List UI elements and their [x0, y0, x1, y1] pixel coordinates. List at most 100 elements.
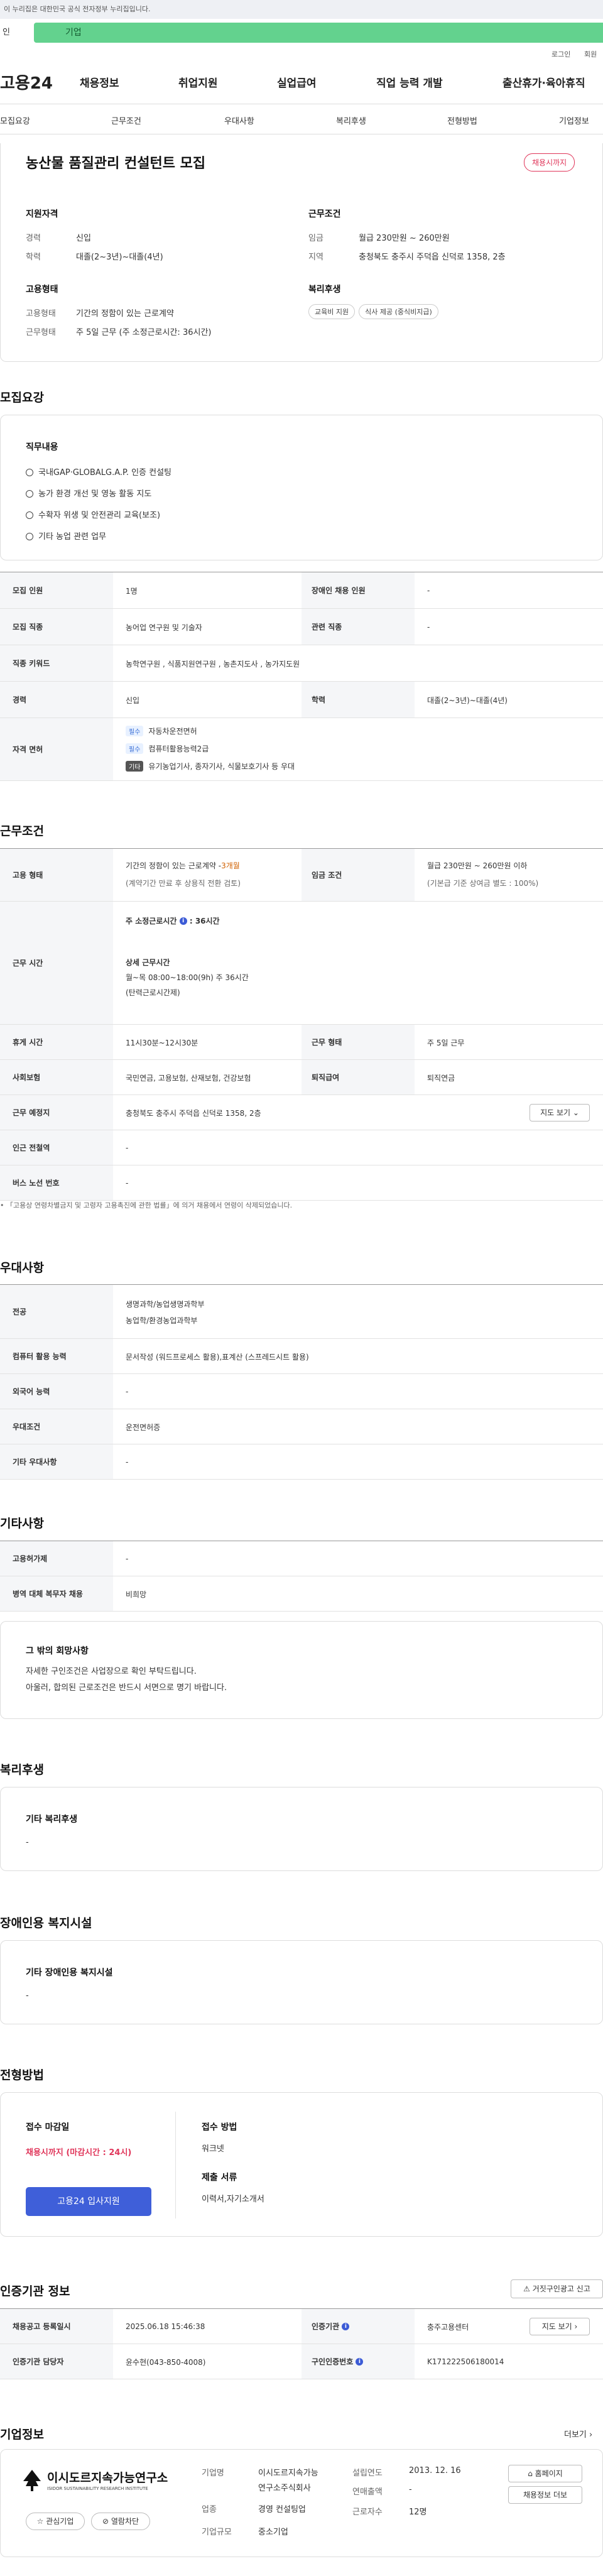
- table-cell: 윤수현(043-850-4008): [126, 2357, 206, 2367]
- info-icon[interactable]: i: [342, 2322, 350, 2330]
- welfare-pill: 식사 제공 (중식비지급): [359, 304, 438, 319]
- table-row: 근무 시간 주 소정근로시간 i : 36시간 상세 근무시간 월~목 08:0…: [0, 902, 603, 1025]
- education-value: 대졸(2~3년)~대졸(4년): [76, 253, 163, 262]
- table-cell: 농학연구원 , 식품지원연구원 , 농촌지도사 , 농가지도원: [126, 659, 300, 669]
- region-row: 지역 충청북도 충주시 주덕읍 신덕로 1358, 2층: [308, 250, 506, 262]
- gov-banner: 이 누리집은 대한민국 공식 전자정부 누리집입니다.: [0, 0, 603, 19]
- table-header: 구인인증번호 i: [302, 2344, 415, 2379]
- table-cell: 농업학/환경농업과학부: [126, 1316, 198, 1325]
- tab-company[interactable]: 기업정보: [559, 114, 589, 126]
- nav-item-training[interactable]: 직업 능력 개발: [376, 74, 443, 90]
- table-cell: 문서작성 (워드프로세스 활용),표계산 (스프레드시트 활용): [126, 1352, 309, 1362]
- nav-item-parental-leave[interactable]: 출산휴가·육아휴직: [503, 74, 585, 90]
- established-label: 설립연도: [352, 2469, 383, 2478]
- site-logo[interactable]: 고용24: [0, 70, 53, 94]
- table-row: 고용 형태 기간의 정함이 있는 근로계약 - 3개월 (계약기간 만료 후 상…: [0, 849, 603, 902]
- table-cell: (탄력근로시간제): [126, 988, 180, 997]
- fake-ad-report-button[interactable]: ⚠ 거짓구인광고 신고: [511, 2279, 603, 2298]
- table-header: 경력: [0, 682, 113, 718]
- table-cell: -: [126, 1179, 129, 1187]
- alert-icon: ⚠: [523, 2284, 530, 2293]
- career-value: 신입: [76, 234, 91, 243]
- duty-item: 기타 농업 관련 업무: [26, 530, 106, 542]
- table-cell: -: [126, 1143, 129, 1152]
- company-size-label: 기업규모: [202, 2528, 232, 2537]
- table-row: 인근 전철역 -: [0, 1130, 603, 1165]
- work-form-row: 근무형태 주 5일 근무 (주 소정근로시간: 36시간): [26, 325, 211, 337]
- utility-bar: 로그인 회원: [0, 46, 603, 60]
- employment-type-label: 고용형태: [26, 309, 56, 319]
- table-row: 전공 생명과학/농업생명과학부 농업학/환경농업과학부: [0, 1285, 603, 1339]
- work-form-label: 근무형태: [26, 328, 56, 337]
- table-cell: 운전면허증: [126, 1422, 161, 1432]
- wage-row: 임금 월급 230만원 ~ 260만원: [308, 231, 450, 243]
- region-label: 지역: [308, 253, 323, 262]
- info-icon[interactable]: i: [356, 2357, 364, 2366]
- tab-process[interactable]: 전형방법: [447, 114, 477, 126]
- table-cell: 월급 230만원 ~ 260만원 이하: [427, 861, 528, 870]
- preference-table: 전공 생명과학/농업생명과학부 농업학/환경농업과학부 컴퓨터 활용 능력 문서…: [0, 1284, 603, 1480]
- employment-type-heading: 고용형태: [26, 285, 58, 295]
- info-icon[interactable]: i: [179, 917, 187, 925]
- nav-item-jobs[interactable]: 채용정보: [80, 74, 119, 90]
- table-cell: -: [427, 586, 430, 595]
- company-name-label: 기업명: [202, 2469, 224, 2478]
- table-header: 병역 대체 복무자 채용: [0, 1576, 113, 1611]
- homepage-button[interactable]: ⌂ 홈페이지: [508, 2465, 582, 2482]
- tab-work-condition[interactable]: 근무조건: [111, 114, 141, 126]
- disabled-facility-card: 기타 장애인용 복지시설 -: [0, 1940, 603, 2024]
- company-heading: 기업정보: [0, 2428, 44, 2442]
- agency-map-button[interactable]: 지도 보기 ›: [530, 2318, 590, 2335]
- table-cell: 11시30분~12시30분: [126, 1038, 198, 1047]
- tab-recruit[interactable]: 모집요강: [0, 114, 30, 126]
- nav-item-employment-support[interactable]: 취업지원: [178, 74, 218, 90]
- bullet-circle-icon: [26, 490, 33, 498]
- chevron-right-icon: ›: [589, 2430, 593, 2440]
- table-cell: 충청북도 충주시 주덕읍 신덕로 1358, 2층: [126, 1108, 261, 1118]
- table-cell: 주 5일 근무: [427, 1038, 465, 1047]
- region-value: 충청북도 충주시 주덕읍 신덕로 1358, 2층: [359, 253, 506, 262]
- tab-preference[interactable]: 우대사항: [224, 114, 254, 126]
- table-header: 근무 시간: [0, 902, 113, 1024]
- agency-heading: 인증기관 정보: [0, 2284, 70, 2298]
- table-cell: 충주고용센터: [427, 2322, 469, 2332]
- favorite-company-button[interactable]: ☆ 관심기업: [26, 2513, 85, 2530]
- employees-label: 근로자수: [352, 2508, 383, 2517]
- table-row: 자격 면허 필수 자동차운전면허 필수 컴퓨터활용능력2급 기타 유기농업기사, 종자…: [0, 718, 603, 781]
- employment-type-cell: 기간의 정함이 있는 근로계약 - 3개월: [126, 861, 240, 870]
- channel-personal-tab[interactable]: 인: [0, 19, 29, 46]
- industry-label: 업종: [202, 2505, 217, 2514]
- join-link[interactable]: 회원: [584, 49, 597, 59]
- bullet-circle-icon: [26, 469, 33, 476]
- block-icon: ⊘: [102, 2517, 109, 2526]
- table-header: 사회보험: [0, 1060, 113, 1094]
- career-row: 경력 신입: [26, 231, 91, 243]
- etc-heading: 기타사항: [0, 1517, 44, 1531]
- license-item: 필수 컴퓨터활용능력2급: [126, 743, 209, 754]
- block-view-button[interactable]: ⊘ 열람차단: [91, 2513, 150, 2530]
- table-header: 고용 형태: [0, 849, 113, 901]
- channel-company-tab[interactable]: 기업: [34, 23, 603, 43]
- table-header: 인근 전철역: [0, 1130, 113, 1165]
- login-link[interactable]: 로그인: [551, 49, 570, 59]
- more-jobs-button[interactable]: 채용정보 더보: [508, 2486, 582, 2504]
- job-title: 농산물 품질관리 컨설턴트 모집: [26, 156, 206, 172]
- tab-welfare[interactable]: 복리후생: [336, 114, 366, 126]
- table-row: 병역 대체 복무자 채용 비희망: [0, 1576, 603, 1612]
- table-row: 기타 우대사항 -: [0, 1444, 603, 1480]
- apply-button[interactable]: 고용24 입사지원: [26, 2187, 151, 2216]
- table-header: 고용허가제: [0, 1541, 113, 1576]
- welfare-sub-heading: 기타 복리후생: [26, 1815, 78, 1825]
- table-header: 컴퓨터 활용 능력: [0, 1339, 113, 1373]
- table-cell: (계약기간 만료 후 상용직 전환 검토): [126, 879, 241, 888]
- map-view-button[interactable]: 지도 보기 ⌄: [530, 1104, 590, 1122]
- nav-item-unemployment-benefit[interactable]: 실업급여: [277, 74, 317, 90]
- table-cell: 신입: [126, 696, 140, 705]
- company-card: 이시도르지속가능연구소 ISIDOR SUSTAINABILITY RESEAR…: [0, 2449, 603, 2557]
- welfare-pill: 교육비 지원: [308, 304, 356, 319]
- wage-label: 임금: [308, 234, 323, 243]
- table-cell: 국민연금, 고용보험, 산재보험, 건강보험: [126, 1073, 251, 1083]
- sales-label: 연매출액: [352, 2487, 383, 2497]
- company-more-link[interactable]: 더보기 ›: [564, 2428, 592, 2440]
- employment-type-row: 고용형태 기간의 정함이 있는 근로계약: [26, 307, 174, 319]
